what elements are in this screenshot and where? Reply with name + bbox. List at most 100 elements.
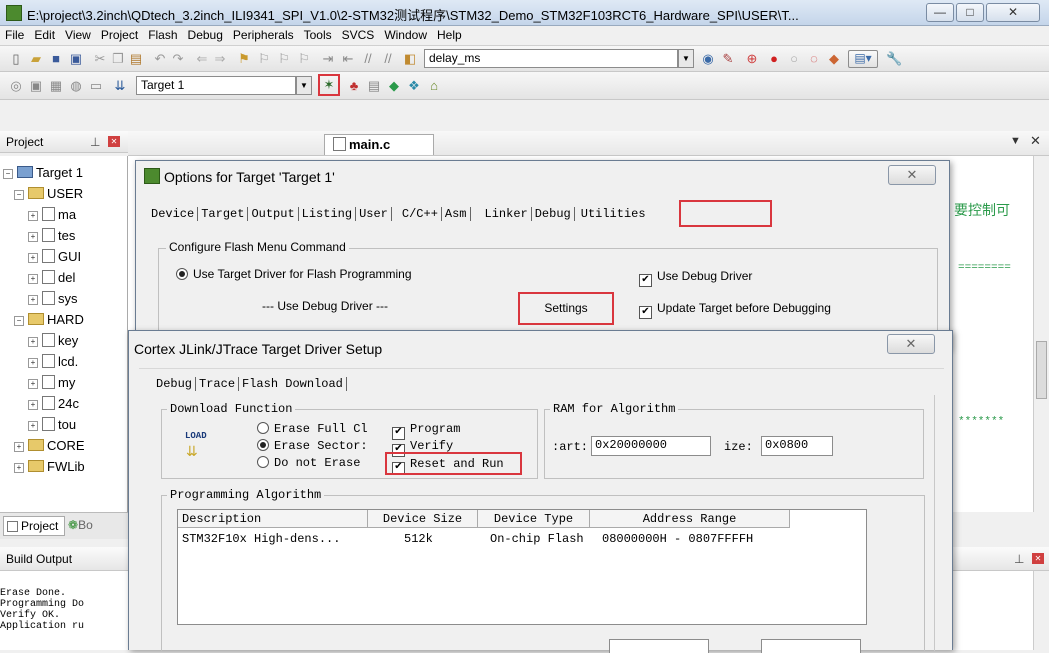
tab-debug[interactable]: Debug — [532, 207, 575, 221]
bookmark-clear-icon[interactable]: ⚐ — [296, 51, 312, 67]
minimize-button[interactable]: — — [926, 3, 954, 22]
build-vscrollbar[interactable] — [1033, 571, 1049, 650]
select-packs-icon[interactable]: ❖ — [406, 78, 422, 94]
uncomment-icon[interactable]: // — [380, 51, 396, 67]
algorithm-start-field[interactable] — [609, 639, 709, 653]
rebuild-icon[interactable]: ▦ — [48, 78, 64, 94]
algorithm-table[interactable]: Description Device Size Device Type Addr… — [177, 509, 867, 625]
stop-build-icon[interactable]: ▭ — [88, 78, 104, 94]
menu-peripherals[interactable]: Peripherals — [228, 26, 299, 44]
bookmark-next-icon[interactable]: ⚐ — [276, 51, 292, 67]
options-dialog-close[interactable]: ✕ — [888, 165, 936, 185]
incremental-find-icon[interactable]: ✎ — [720, 51, 736, 67]
file-extensions-icon[interactable]: ▤ — [366, 78, 382, 94]
tab-cpp[interactable]: C/C++ — [392, 207, 442, 221]
jlink-dialog-close[interactable]: ✕ — [887, 334, 935, 354]
unindent-icon[interactable]: ⇤ — [340, 51, 356, 67]
editor-tab-main[interactable]: main.c — [324, 134, 434, 155]
disable-breakpoint-icon[interactable]: ○ — [786, 51, 802, 67]
menu-debug[interactable]: Debug — [183, 26, 228, 44]
kill-breakpoints-icon[interactable]: ◌ — [806, 51, 822, 67]
col-device-size[interactable]: Device Size — [368, 510, 478, 528]
jlink-tab-debug[interactable]: Debug — [153, 377, 197, 391]
tree-item-main[interactable]: + ma — [28, 207, 76, 222]
batch-build-icon[interactable]: ◍ — [68, 78, 84, 94]
redo-icon[interactable]: ↷ — [170, 51, 186, 67]
build-pin-icon[interactable]: ⊥ — [1014, 547, 1024, 571]
pin-icon[interactable]: ⊥ — [90, 131, 100, 153]
editor-scroll-thumb[interactable] — [1036, 341, 1047, 399]
find-icon[interactable]: ◉ — [700, 51, 716, 67]
tab-output[interactable]: Output — [248, 207, 299, 221]
clear-breakpoints-icon[interactable]: ◆ — [826, 51, 842, 67]
open-folder-icon[interactable]: ▰ — [28, 51, 44, 67]
menu-tools[interactable]: Tools — [299, 26, 337, 44]
save-all-icon[interactable]: ▣ — [68, 51, 84, 67]
tree-item-user[interactable]: − USER — [14, 186, 83, 201]
debug-session-icon[interactable]: ⊕ — [744, 51, 760, 67]
tree-item-24c[interactable]: +24c — [28, 396, 79, 411]
tree-item-sys[interactable]: + sys — [28, 291, 78, 306]
find-combo[interactable]: delay_ms — [424, 49, 678, 68]
menu-view[interactable]: View — [60, 26, 96, 44]
ram-start-input[interactable]: 0x20000000 — [591, 436, 711, 456]
panel-close-icon[interactable]: ✕ — [108, 136, 120, 147]
manage-rte-icon[interactable]: ◆ — [386, 78, 402, 94]
tree-item-target[interactable]: − Target 1 — [3, 165, 83, 180]
configure-icon[interactable]: 🔧 — [886, 51, 902, 67]
breakpoint-icon[interactable]: ● — [766, 51, 782, 67]
tree-item-hardware[interactable]: − HARD — [14, 312, 84, 327]
use-debug-driver-checkbox[interactable]: ✔ Use Debug Driver — [639, 269, 752, 287]
tree-item-core[interactable]: + CORE — [14, 438, 85, 453]
save-icon[interactable]: ■ — [48, 51, 64, 67]
algorithm-size-field[interactable] — [761, 639, 861, 653]
tab-target[interactable]: Target — [198, 207, 249, 221]
jlink-tab-flash-download[interactable]: Flash Download — [239, 377, 347, 391]
comment-icon[interactable]: // — [360, 51, 376, 67]
editor-close-icon[interactable]: ✕ — [1030, 133, 1041, 149]
download-icon[interactable]: ⇊ — [112, 78, 128, 94]
do-not-erase-radio[interactable]: Do not Erase — [257, 456, 360, 470]
manage-project-icon[interactable]: ♣ — [346, 78, 362, 94]
editor-vscrollbar[interactable] — [1033, 156, 1049, 512]
bookmark-icon[interactable]: ⚑ — [236, 51, 252, 67]
menu-edit[interactable]: Edit — [29, 26, 60, 44]
menu-project[interactable]: Project — [96, 26, 143, 44]
pack-installer-icon[interactable]: ⌂ — [426, 78, 442, 94]
tab-project[interactable]: Project — [3, 516, 65, 536]
editor-list-icon[interactable]: ▼ — [1010, 135, 1021, 147]
menu-window[interactable]: Window — [379, 26, 432, 44]
tree-item-test[interactable]: + tes — [28, 228, 75, 243]
erase-full-chip-radio[interactable]: Erase Full Cl — [257, 422, 368, 436]
build-close-icon[interactable]: ✕ — [1032, 553, 1044, 564]
menu-file[interactable]: File — [0, 26, 29, 44]
menu-svcs[interactable]: SVCS — [337, 26, 380, 44]
settings-button[interactable]: Settings — [528, 301, 604, 315]
find-combo-dropdown[interactable]: ▼ — [678, 49, 694, 68]
program-checkbox[interactable]: ✔ Program — [392, 422, 460, 440]
col-address-range[interactable]: Address Range — [590, 510, 790, 528]
tree-item-delay[interactable]: + del — [28, 270, 75, 285]
copy-icon[interactable]: ❐ — [110, 51, 126, 67]
nav-forward-icon[interactable]: ⇒ — [212, 51, 228, 67]
window-layout-button[interactable]: ▤▾ — [848, 50, 878, 68]
col-device-type[interactable]: Device Type — [478, 510, 590, 528]
jlink-tab-trace[interactable]: Trace — [196, 377, 240, 391]
nav-back-icon[interactable]: ⇐ — [194, 51, 210, 67]
indent-icon[interactable]: ⇥ — [320, 51, 336, 67]
tree-item-touch[interactable]: + tou — [28, 417, 76, 432]
new-file-icon[interactable]: ▯ — [8, 51, 24, 67]
translate-icon[interactable]: ◎ — [8, 78, 24, 94]
cut-icon[interactable]: ✂ — [92, 51, 108, 67]
undo-icon[interactable]: ↶ — [152, 51, 168, 67]
ram-size-input[interactable]: 0x0800 — [761, 436, 833, 456]
tree-item-key[interactable]: + key — [28, 333, 78, 348]
menu-help[interactable]: Help — [432, 26, 467, 44]
tab-linker[interactable]: Linker — [471, 207, 532, 221]
find-in-files-icon[interactable]: ◧ — [402, 51, 418, 67]
bookmark-prev-icon[interactable]: ⚐ — [256, 51, 272, 67]
tab-utilities[interactable]: Utilities — [575, 207, 649, 221]
col-description[interactable]: Description — [178, 510, 368, 528]
tab-listing[interactable]: Listing — [299, 207, 357, 221]
table-row[interactable]: STM32F10x High-dens... 512k On-chip Flas… — [178, 530, 866, 548]
